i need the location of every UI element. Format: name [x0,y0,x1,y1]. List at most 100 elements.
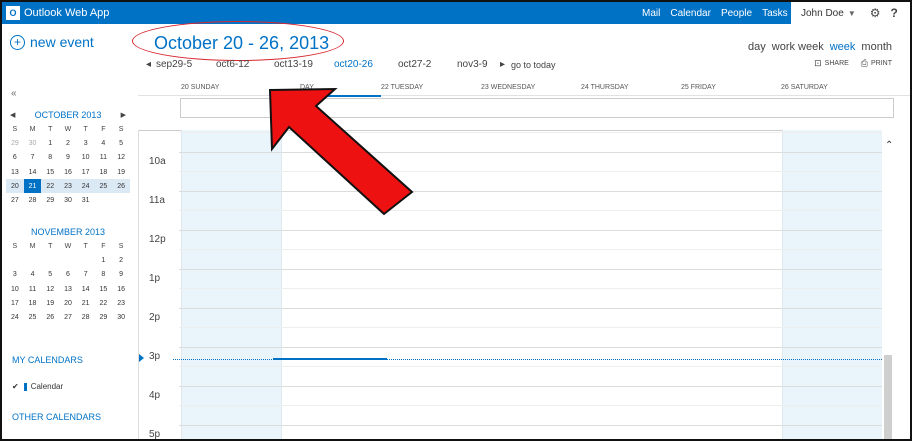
mini-calendar-day[interactable]: 5 [112,136,130,150]
mini-calendar-day[interactable]: 3 [6,268,24,282]
mini-calendar-day[interactable]: 22 [41,179,60,194]
day-header-monday[interactable]: DAY [300,84,314,91]
week-link-nov3[interactable]: nov3-9 [457,59,488,71]
mini-calendar-day[interactable]: 17 [6,296,24,310]
mini-calendar-day[interactable]: 27 [6,193,24,207]
view-work-week[interactable]: work week [772,41,824,53]
go-to-today-link[interactable]: go to today [511,60,556,72]
prev-week-icon[interactable]: ◂ [146,59,151,71]
week-link-sep29[interactable]: sep29-5 [156,59,192,71]
mini-calendar-day[interactable]: 12 [41,282,59,296]
mini-calendar-day[interactable]: 15 [41,165,59,179]
mini-calendar-day[interactable]: 10 [77,151,95,165]
mini-calendar-day[interactable]: 25 [94,179,113,194]
mini-calendar-day[interactable]: 14 [24,165,42,179]
nav-mail[interactable]: Mail [642,8,660,19]
mini-calendar-day[interactable]: 21 [77,296,95,310]
view-day[interactable]: day [748,41,766,53]
mini-calendar-day[interactable]: 29 [6,136,24,150]
mini-calendar-day[interactable]: 30 [112,310,130,324]
chevron-down-icon[interactable]: ▼ [848,9,856,18]
week-link-oct20[interactable]: oct20-26 [334,59,373,71]
day-header-thursday[interactable]: 24 THURSDAY [581,84,629,91]
mini-calendar-day[interactable]: 9 [112,268,130,282]
user-name[interactable]: John Doe [801,8,844,19]
mini-calendar-day[interactable]: 23 [112,296,130,310]
mini-calendar-day[interactable]: 27 [59,310,77,324]
mini-calendar-day[interactable]: 28 [77,310,95,324]
mini-calendar-day[interactable]: 11 [95,151,113,165]
day-header-sunday[interactable]: 20 SUNDAY [181,84,219,91]
mini-calendar-day[interactable]: 21 [23,179,42,194]
print-button[interactable]: ⎙ PRINT [861,58,892,69]
mini-calendar-day[interactable]: 22 [95,296,113,310]
mini-calendar-day[interactable]: 1 [41,136,59,150]
next-week-icon[interactable]: ▸ [500,59,505,71]
mini-calendar-day[interactable]: 8 [95,268,113,282]
day-header-friday[interactable]: 25 FRIDAY [681,84,716,91]
view-month[interactable]: month [861,41,892,53]
mini-calendar-day[interactable]: 30 [59,193,77,207]
mini-calendar-day[interactable]: 13 [6,165,24,179]
chevron-up-icon[interactable]: ⌃ [885,140,893,151]
week-time-grid[interactable]: 10a 11a 12p 1p 2p 3p 4p 5p ⌃ [139,130,910,439]
mini-calendar-day[interactable]: 19 [112,165,130,179]
mini-calendar-day[interactable]: 29 [95,310,113,324]
mini-calendar-day[interactable]: 17 [77,165,95,179]
mini-calendar-day[interactable]: 31 [77,193,95,207]
calendar-list-item[interactable]: ✔ Calendar [12,382,63,391]
day-header-saturday[interactable]: 26 SATURDAY [781,84,828,91]
mini-calendar-day[interactable]: 29 [41,193,59,207]
mini-calendar-day[interactable]: 12 [112,151,130,165]
mini-calendar-day[interactable]: 16 [59,165,77,179]
help-icon[interactable]: ? [891,6,898,20]
other-calendars-heading[interactable]: OTHER CALENDARS [12,412,101,422]
mini-calendar-day[interactable]: 24 [6,310,24,324]
mini-calendar-day[interactable]: 8 [41,151,59,165]
mini-calendar-day[interactable]: 30 [24,136,42,150]
mini-calendar-day[interactable]: 18 [95,165,113,179]
view-week[interactable]: week [830,41,856,53]
scrollbar-thumb[interactable] [884,355,892,439]
mini-calendar-day[interactable]: 2 [112,253,130,267]
mini-calendar-day[interactable]: 7 [24,151,42,165]
mini-calendar-day[interactable]: 4 [95,136,113,150]
week-link-oct13[interactable]: oct13-19 [274,59,313,71]
mini-calendar-day[interactable]: 28 [24,193,42,207]
week-link-oct6[interactable]: oct6-12 [216,59,249,71]
mini-calendar-day[interactable]: 25 [24,310,42,324]
mini-calendar-day[interactable]: 26 [41,310,59,324]
mini-calendar-day[interactable]: 19 [41,296,59,310]
nav-calendar[interactable]: Calendar [670,8,711,19]
mini-calendar-day[interactable]: 10 [6,282,24,296]
mini-calendar-day[interactable]: 11 [24,282,42,296]
mini-calendar-day[interactable]: 15 [95,282,113,296]
mini-calendar-day[interactable]: 6 [6,151,24,165]
nav-tasks[interactable]: Tasks [762,8,788,19]
mini-calendar-day[interactable]: 13 [59,282,77,296]
mini-calendar-day[interactable]: 1 [95,253,113,267]
prev-month-icon[interactable]: ◀ [10,111,15,119]
gear-icon[interactable]: ⚙ [870,6,881,20]
mini-calendar-day[interactable]: 5 [41,268,59,282]
share-button[interactable]: ⊡ SHARE [814,58,849,69]
mini-calendar-day[interactable]: 2 [59,136,77,150]
mini-calendar-day[interactable]: 16 [112,282,130,296]
mini-calendar-day[interactable]: 14 [77,282,95,296]
my-calendars-heading[interactable]: MY CALENDARS [12,355,83,365]
day-header-tuesday[interactable]: 22 TUESDAY [381,84,423,91]
brand[interactable]: O Outlook Web App [6,5,109,21]
mini-calendar-day[interactable]: 20 [59,296,77,310]
mini-calendar-day[interactable]: 26 [112,179,130,194]
mini-calendar-day[interactable]: 24 [76,179,95,194]
mini-calendar-day[interactable]: 23 [59,179,77,194]
collapse-pane-icon[interactable]: « [11,88,17,99]
mini-calendar-day[interactable]: 20 [6,179,24,194]
mini-calendar-day[interactable]: 4 [24,268,42,282]
mini-calendar-day[interactable]: 18 [24,296,42,310]
day-header-wednesday[interactable]: 23 WEDNESDAY [481,84,535,91]
nav-people[interactable]: People [721,8,752,19]
mini-calendar-day[interactable]: 3 [77,136,95,150]
all-day-events-row[interactable] [180,98,894,118]
next-month-icon[interactable]: ▶ [121,111,126,119]
